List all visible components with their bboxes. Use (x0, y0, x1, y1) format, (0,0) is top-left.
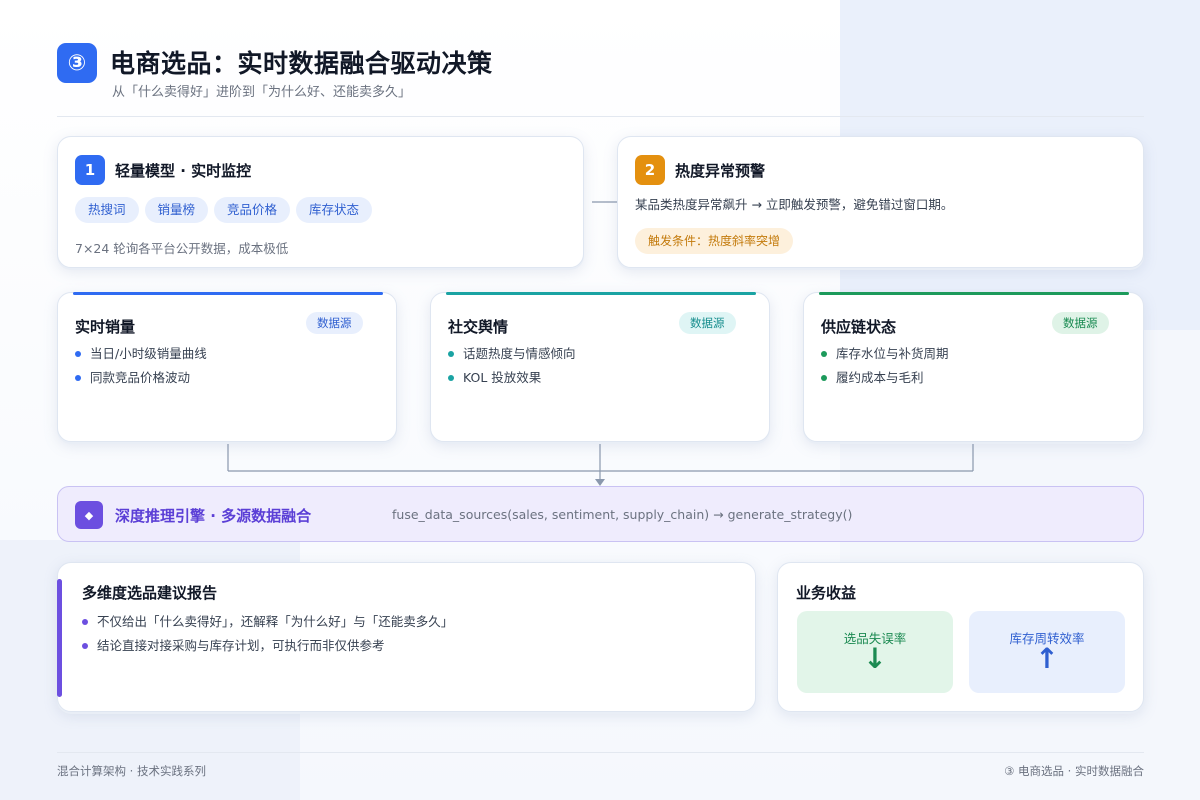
source-title: 社交舆情 (448, 318, 509, 336)
bullet-dot (75, 351, 81, 357)
data-source-tag: 数据源 (1052, 312, 1109, 334)
monitor-note: 7×24 轮询各平台公开数据，成本极低 (75, 241, 289, 256)
arrow-down-icon: ↓ (863, 642, 887, 675)
bullet-dot (75, 375, 81, 381)
bullet-dot (82, 643, 88, 649)
bullet-dot (821, 351, 827, 357)
source-title: 实时销量 (75, 318, 136, 336)
bullet-dot (82, 619, 88, 625)
source-item-list: 话题热度与情感倾向 KOL 投放效果 (448, 342, 576, 390)
benefit-error-rate: 选品失误率 ↓ (797, 611, 953, 693)
source-card-sales: 实时销量 数据源 当日/小时级销量曲线 同款竞品价格波动 (57, 292, 397, 442)
alert-card-title: 热度异常预警 (675, 162, 766, 180)
down-arrow-head (595, 479, 605, 486)
monitor-card: 1 轻量模型 · 实时监控 热搜词 销量榜 竞品价格 库存状态 7×24 轮询各平台公… (57, 136, 584, 268)
tag-hot-search: 热搜词 (75, 197, 139, 223)
source-accent-bar (446, 292, 756, 295)
bullet-dot (448, 351, 454, 357)
footer-section-label: ③ 电商选品 · 实时数据融合 (1004, 764, 1144, 778)
list-item: 结论直接对接采购与库存计划，可执行而非仅供参考 (82, 634, 453, 658)
report-card: 多维度选品建议报告 不仅给出「什么卖得好」，还解释「为什么好」与「还能卖多久」 … (57, 562, 756, 712)
source-accent-bar (73, 292, 383, 295)
step-number-badge: 1 (75, 155, 105, 185)
engine-function-call: fuse_data_sources(sales, sentiment, supp… (392, 507, 853, 522)
list-item: 库存水位与补货周期 (821, 342, 949, 366)
step-number-badge: 2 (635, 155, 665, 185)
list-item: 同款竞品价格波动 (75, 366, 207, 390)
benefits-title: 业务收益 (796, 584, 857, 602)
list-item: KOL 投放效果 (448, 366, 576, 390)
source-card-supply-chain: 供应链状态 数据源 库存水位与补货周期 履约成本与毛利 (803, 292, 1144, 442)
tag-competitor-price: 竞品价格 (214, 197, 291, 223)
footer-divider (57, 752, 1144, 753)
alert-card: 2 热度异常预警 某品类热度异常飙升 → 立即触发预警，避免错过窗口期。 触发条… (617, 136, 1144, 268)
source-card-social: 社交舆情 数据源 话题热度与情感倾向 KOL 投放效果 (430, 292, 770, 442)
benefit-turnover: 库存周转效率 ↑ (969, 611, 1125, 693)
data-source-tag: 数据源 (306, 312, 363, 334)
monitor-card-title: 轻量模型 · 实时监控 (115, 162, 252, 180)
data-source-tag: 数据源 (679, 312, 736, 334)
list-item: 不仅给出「什么卖得好」，还解释「为什么好」与「还能卖多久」 (82, 610, 453, 634)
tag-inventory-status: 库存状态 (296, 197, 373, 223)
benefits-card: 业务收益 选品失误率 ↓ 库存周转效率 ↑ (777, 562, 1144, 712)
source-accent-bar (819, 292, 1129, 295)
diamond-icon: ◆ (75, 501, 103, 529)
engine-title: 深度推理引擎 · 多源数据融合 (115, 507, 312, 525)
source-item-list: 库存水位与补货周期 履约成本与毛利 (821, 342, 949, 390)
footer-series-label: 混合计算架构 · 技术实践系列 (57, 764, 206, 778)
tag-sales-rank: 销量榜 (144, 197, 209, 223)
monitor-tags: 热搜词 销量榜 竞品价格 库存状态 (75, 197, 378, 223)
source-title: 供应链状态 (821, 318, 897, 336)
list-item: 当日/小时级销量曲线 (75, 342, 207, 366)
bullet-dot (448, 375, 454, 381)
report-title: 多维度选品建议报告 (82, 584, 218, 602)
report-item-list: 不仅给出「什么卖得好」，还解释「为什么好」与「还能卖多久」 结论直接对接采购与库… (82, 610, 453, 658)
arrow-up-icon: ↑ (1035, 642, 1059, 675)
source-item-list: 当日/小时级销量曲线 同款竞品价格波动 (75, 342, 207, 390)
list-item: 话题热度与情感倾向 (448, 342, 576, 366)
list-item: 履约成本与毛利 (821, 366, 949, 390)
trigger-condition-badge: 触发条件：热度斜率突增 (635, 228, 794, 254)
report-accent-bar (57, 579, 62, 697)
alert-description: 某品类热度异常飙升 → 立即触发预警，避免错过窗口期。 (635, 197, 954, 212)
reasoning-engine-bar: ◆ 深度推理引擎 · 多源数据融合 fuse_data_sources(sale… (57, 486, 1144, 542)
bullet-dot (821, 375, 827, 381)
